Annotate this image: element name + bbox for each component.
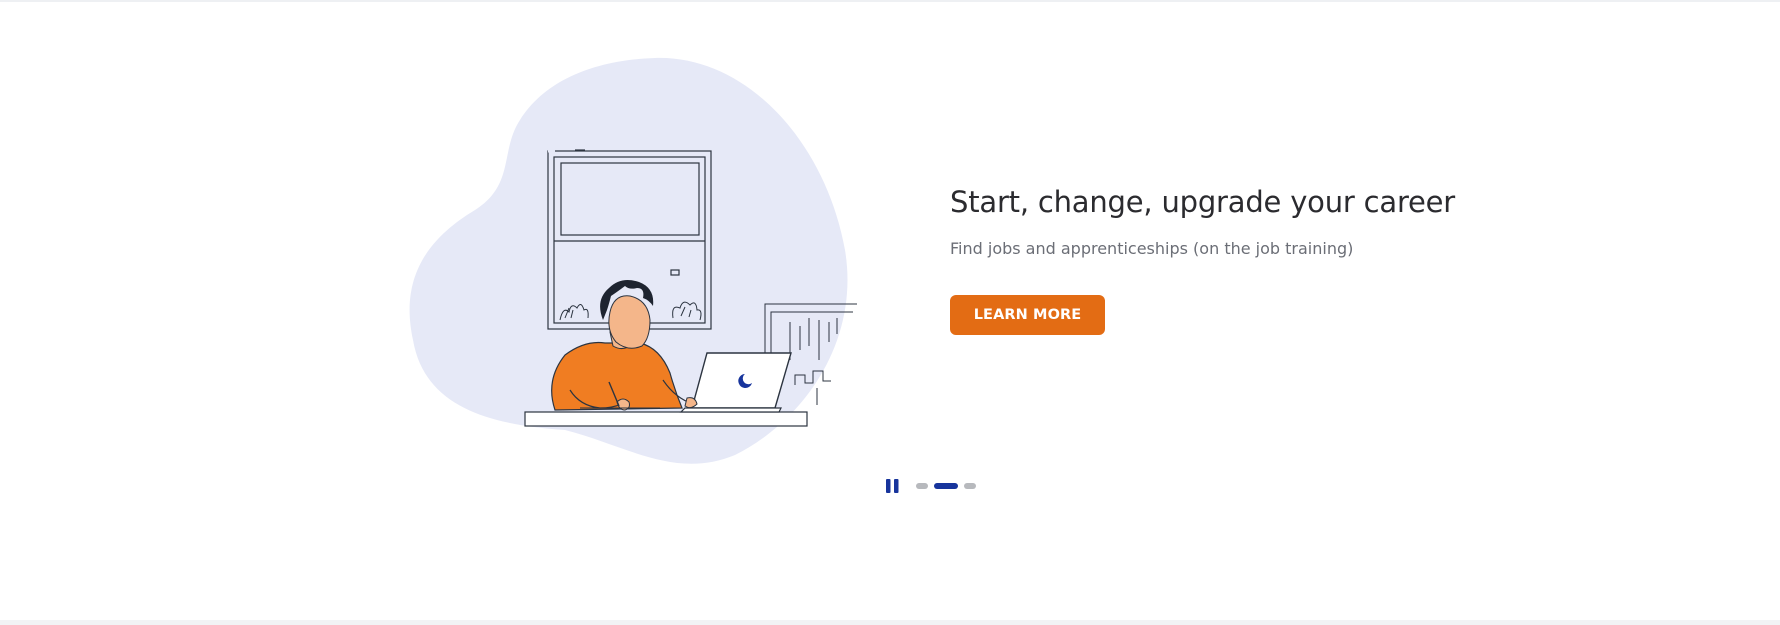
hero-carousel-slide: Start, change, upgrade your career Find … [0, 0, 1780, 520]
learn-more-button[interactable]: LEARN MORE [950, 295, 1105, 335]
carousel-dot-1[interactable] [916, 483, 928, 489]
career-illustration [405, 50, 865, 470]
hero-text-block: Start, change, upgrade your career Find … [950, 180, 1650, 335]
hero-subtitle: Find jobs and apprenticeships (on the jo… [950, 239, 1354, 258]
carousel-controls [884, 476, 976, 496]
desk-drawing [524, 411, 808, 427]
hero-title: Start, change, upgrade your career [950, 185, 1456, 219]
pause-button[interactable] [884, 476, 900, 496]
carousel-dot-3[interactable] [964, 483, 976, 489]
bottom-divider [0, 620, 1780, 625]
carousel-dot-2[interactable] [934, 483, 958, 489]
carousel-pagination [916, 483, 976, 489]
pause-icon [885, 479, 898, 493]
